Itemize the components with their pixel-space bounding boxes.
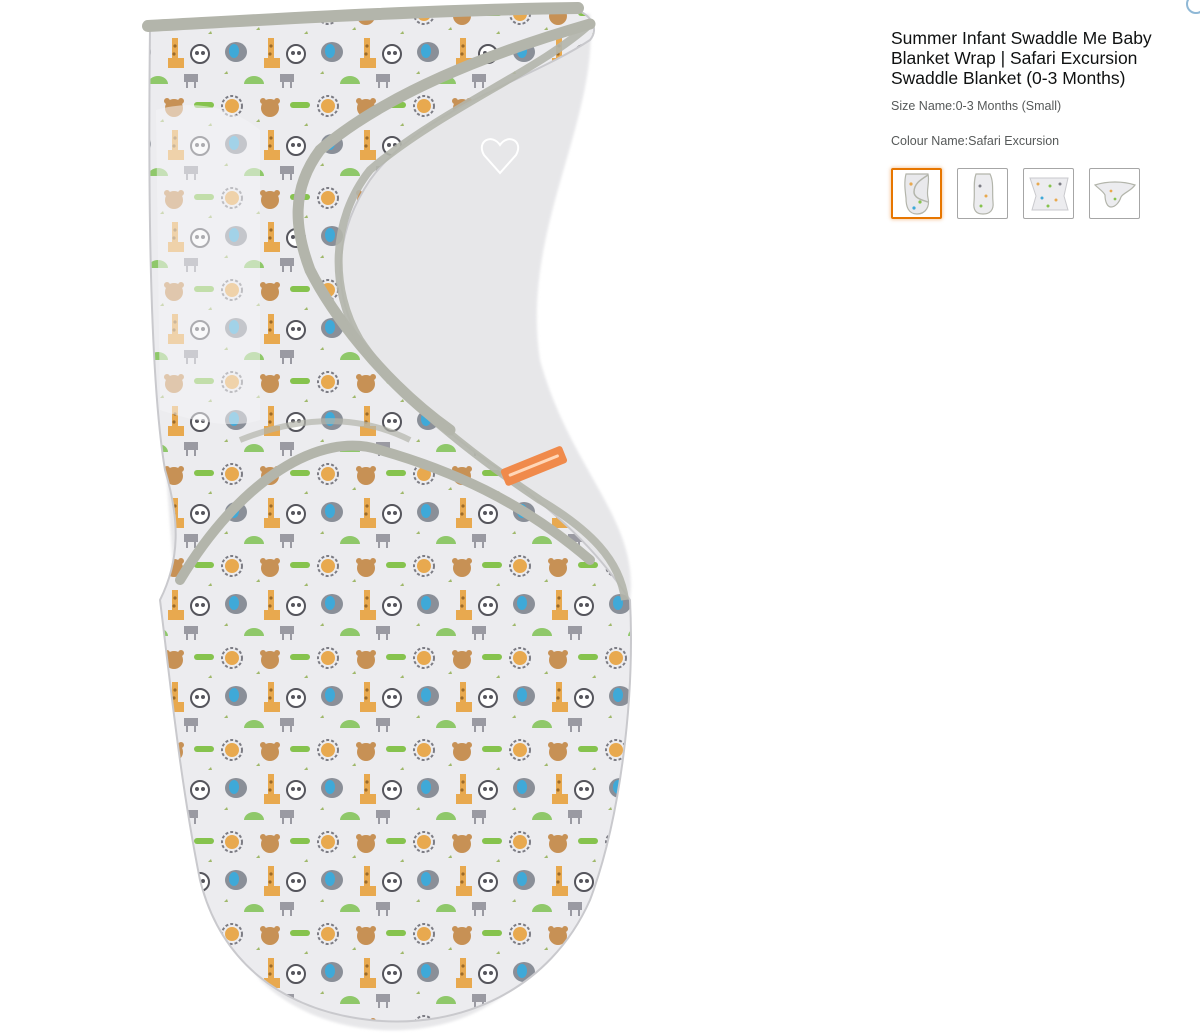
- swaddle-side-thumbnail-icon: [972, 172, 994, 215]
- size-attribute: Size Name:0-3 Months (Small): [891, 98, 1171, 114]
- swaddle-product-image: [142, 2, 632, 1031]
- thumbnail-list: [891, 168, 1171, 219]
- product-details-panel: Summer Infant Swaddle Me Baby Blanket Wr…: [891, 28, 1171, 219]
- swaddle-open-thumbnail-icon: [1093, 180, 1136, 208]
- thumbnail-open[interactable]: [1089, 168, 1140, 219]
- product-title: Summer Infant Swaddle Me Baby Blanket Wr…: [891, 28, 1152, 88]
- size-label: Size Name:: [891, 99, 956, 113]
- thumbnail-flat[interactable]: [1023, 168, 1074, 219]
- swaddle-wrapped-thumbnail-icon: [903, 172, 929, 215]
- colour-attribute: Colour Name:Safari Excursion: [891, 133, 1171, 149]
- main-product-image[interactable]: [120, 0, 680, 1033]
- thumbnail-wrapped[interactable]: [891, 168, 942, 219]
- colour-label: Colour Name:: [891, 134, 969, 148]
- thumbnail-side[interactable]: [957, 168, 1008, 219]
- page-corner-decoration: [1186, 0, 1200, 14]
- colour-value: Safari Excursion: [968, 134, 1060, 148]
- swaddle-flat-thumbnail-icon: [1028, 177, 1069, 210]
- size-value: 0-3 Months (Small): [955, 99, 1062, 113]
